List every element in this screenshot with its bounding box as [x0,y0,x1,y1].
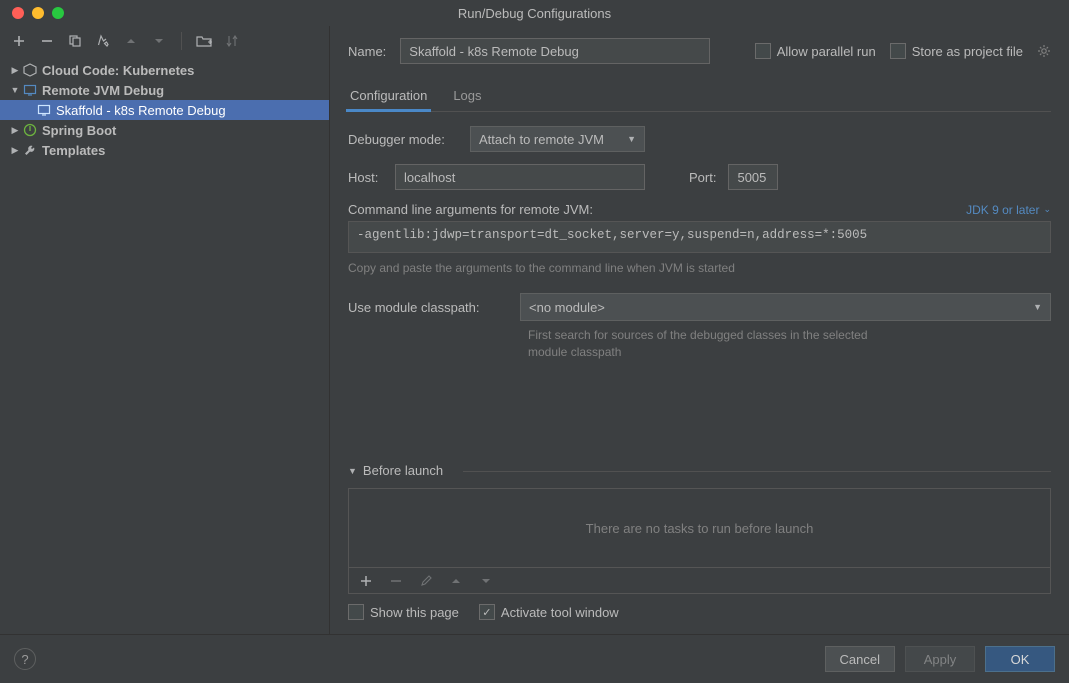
wrench-icon [22,142,38,158]
move-up-icon [122,32,140,50]
help-button[interactable]: ? [14,648,36,670]
module-classpath-select[interactable]: <no module> ▼ [520,293,1051,321]
cmd-help-text: Copy and paste the arguments to the comm… [348,261,1051,275]
debugger-mode-select[interactable]: Attach to remote JVM ▼ [470,126,645,152]
tree-node-spring-boot[interactable]: ▶ Spring Boot [0,120,329,140]
spring-boot-icon [22,122,38,138]
sort-icon [223,32,241,50]
port-label: Port: [689,170,716,185]
checkbox-icon: ✓ [479,604,495,620]
tree-label: Spring Boot [42,123,116,138]
edit-task-icon [417,572,435,590]
host-label: Host: [348,170,383,185]
move-task-up-icon [447,572,465,590]
checkbox-label: Allow parallel run [777,44,876,59]
before-launch-toolbar [348,568,1051,594]
move-down-icon [150,32,168,50]
select-value: Attach to remote JVM [479,132,604,147]
tree-node-remote-jvm[interactable]: ▼ Remote JVM Debug [0,80,329,100]
chevron-right-icon: ▶ [8,145,22,156]
folder-action-icon[interactable] [195,32,213,50]
before-launch-title: Before launch [363,463,443,478]
module-classpath-label: Use module classpath: [348,300,508,315]
checkbox-icon [348,604,364,620]
checkbox-icon [890,43,906,59]
cmd-args-label: Command line arguments for remote JVM: [348,202,593,217]
name-input[interactable] [400,38,710,64]
select-value: <no module> [529,300,605,315]
dialog-footer: ? Cancel Apply OK [0,634,1069,683]
add-task-icon[interactable] [357,572,375,590]
tree-node-cloud-code[interactable]: ▶ Cloud Code: Kubernetes [0,60,329,80]
tab-logs[interactable]: Logs [451,82,483,111]
chevron-down-icon: ▼ [1033,302,1042,312]
window-minimize-button[interactable] [32,7,44,19]
activate-tool-window-checkbox[interactable]: ✓ Activate tool window [479,604,619,620]
host-input[interactable] [395,164,645,190]
port-input[interactable] [728,164,778,190]
add-config-icon[interactable] [10,32,28,50]
sidebar-toolbar [0,26,329,56]
tree-node-skaffold[interactable]: Skaffold - k8s Remote Debug [0,100,329,120]
move-task-down-icon [477,572,495,590]
cancel-button[interactable]: Cancel [825,646,895,672]
chevron-right-icon: ▶ [8,125,22,136]
tree-label: Skaffold - k8s Remote Debug [56,103,226,118]
show-this-page-checkbox[interactable]: Show this page [348,604,459,620]
window-title: Run/Debug Configurations [0,6,1069,21]
config-tree: ▶ Cloud Code: Kubernetes ▼ Remote JVM De… [0,56,329,634]
tree-label: Remote JVM Debug [42,83,164,98]
tab-bar: Configuration Logs [348,82,1051,112]
sidebar: ▶ Cloud Code: Kubernetes ▼ Remote JVM De… [0,26,330,634]
tab-configuration[interactable]: Configuration [348,82,429,111]
gear-icon[interactable] [1037,44,1051,58]
kubernetes-icon [22,62,38,78]
jdk-version-link[interactable]: JDK 9 or later ⌄ [966,203,1051,217]
checkbox-label: Show this page [370,605,459,620]
chevron-down-icon: ▼ [8,85,22,95]
tree-label: Templates [42,143,105,158]
store-project-checkbox[interactable]: Store as project file [890,43,1023,59]
remote-debug-icon [36,102,52,118]
tree-label: Cloud Code: Kubernetes [42,63,194,78]
apply-button: Apply [905,646,975,672]
ok-button[interactable]: OK [985,646,1055,672]
chevron-right-icon: ▶ [8,65,22,76]
tree-node-templates[interactable]: ▶ Templates [0,140,329,160]
remote-debug-icon [22,82,38,98]
remove-task-icon [387,572,405,590]
allow-parallel-checkbox[interactable]: Allow parallel run [755,43,876,59]
before-launch-tasks: There are no tasks to run before launch [348,488,1051,568]
checkbox-icon [755,43,771,59]
copy-config-icon[interactable] [66,32,84,50]
debugger-mode-label: Debugger mode: [348,132,458,147]
cmd-args-textbox[interactable]: -agentlib:jdwp=transport=dt_socket,serve… [348,221,1051,253]
chevron-down-icon: ⌄ [1043,204,1051,215]
chevron-down-icon: ▼ [627,134,636,144]
edit-defaults-icon[interactable] [94,32,112,50]
titlebar: Run/Debug Configurations [0,0,1069,26]
module-help-text: First search for sources of the debugged… [528,327,908,361]
chevron-down-icon[interactable]: ▼ [348,466,357,476]
content-pane: Name: Allow parallel run Store as projec… [330,26,1069,634]
remove-config-icon[interactable] [38,32,56,50]
checkbox-label: Activate tool window [501,605,619,620]
window-close-button[interactable] [12,7,24,19]
window-maximize-button[interactable] [52,7,64,19]
checkbox-label: Store as project file [912,44,1023,59]
name-label: Name: [348,44,386,59]
before-launch-section: ▼ Before launch There are no tasks to ru… [348,463,1051,620]
no-tasks-text: There are no tasks to run before launch [586,521,814,536]
